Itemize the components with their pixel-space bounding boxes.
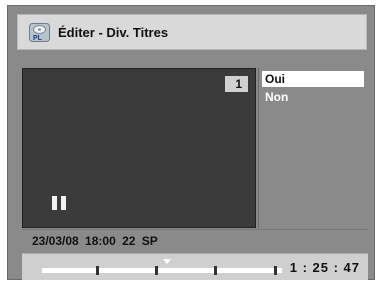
chapter-mark <box>214 266 217 275</box>
recording-info-bar: 23/03/08 18:00 22 SP <box>22 229 368 252</box>
dvd-recorder-screen: PL Éditer - Div. Titres 1 Oui Non 23/03/… <box>7 5 375 280</box>
page-title: Éditer - Div. Titres <box>58 25 169 40</box>
recording-info: 23/03/08 18:00 22 SP <box>32 234 158 248</box>
progress-track <box>42 259 282 275</box>
progress-bar-area: 1 : 25 : 47 <box>22 253 368 280</box>
elapsed-time: 1 : 25 : 47 <box>289 260 360 275</box>
chapter-mark <box>96 266 99 275</box>
header-bar: PL Éditer - Div. Titres <box>17 14 367 50</box>
pause-icon <box>52 196 68 210</box>
confirm-menu: Oui Non <box>258 68 369 228</box>
chapter-mark <box>274 266 277 275</box>
position-marker-icon <box>163 259 171 264</box>
disc-icon-label: PL <box>33 35 43 42</box>
option-oui[interactable]: Oui <box>262 71 364 87</box>
disc-pl-icon: PL <box>29 23 50 42</box>
title-number-badge: 1 <box>225 76 248 92</box>
video-preview: 1 <box>22 68 256 228</box>
option-non[interactable]: Non <box>262 89 364 105</box>
chapter-mark <box>155 266 158 275</box>
